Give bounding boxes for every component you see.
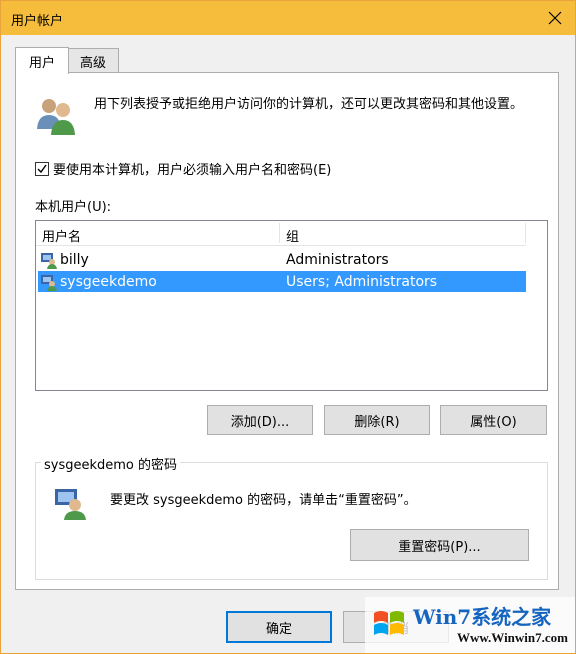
title-bar: 用户帐户 [1,1,575,35]
reset-password-button[interactable]: 重置密码(P)... [350,529,529,561]
list-header: 用户名 组 [36,221,526,246]
properties-button[interactable]: 属性(O) [440,405,547,435]
user-name-cell: sysgeekdemo [60,273,157,290]
tab-users[interactable]: 用户 [15,47,69,74]
window-title: 用户帐户 [11,14,64,29]
user-group-cell: Users; Administrators [286,273,438,290]
user-icon [55,489,86,520]
password-instruction: 要更改 sysgeekdemo 的密码，请单击“重置密码”。 [110,493,417,508]
tab-advanced[interactable]: 高级 [67,48,119,73]
list-item[interactable]: billy Administrators [38,249,526,270]
list-item[interactable]: sysgeekdemo Users; Administrators [38,271,526,292]
column-header-group[interactable]: 组 [286,226,299,245]
column-header-username[interactable]: 用户名 [42,226,81,245]
windows-logo-icon [374,611,404,635]
watermark-brand: Win7系统之家 [413,605,552,629]
users-list[interactable]: 用户名 组 billy Administrators sysgeekdemo U… [35,220,548,391]
password-group-title: sysgeekdemo 的密码 [41,454,181,473]
ok-button[interactable]: 确定 [226,611,332,643]
close-button[interactable] [543,6,567,30]
watermark-url: Www.Winwin7.com [457,630,568,645]
users-icon [37,99,75,135]
user-name-cell: billy [60,251,89,268]
remove-button[interactable]: 删除(R) [324,405,430,435]
require-login-checkbox[interactable]: 要使用本计算机，用户必须输入用户名和密码(E) [35,159,331,178]
add-button[interactable]: 添加(D)... [207,405,313,435]
password-groupbox: sysgeekdemo 的密码 要更改 sysgeekdemo 的密码，请单击“… [35,454,548,580]
checkmark-icon [37,164,47,173]
intro-text: 用下列表授予或拒绝用户访问你的计算机，还可以更改其密码和其他设置。 [94,97,524,112]
column-divider[interactable] [279,223,280,243]
local-users-label: 本机用户(U): [35,200,112,215]
column-divider[interactable] [525,223,526,243]
close-icon [548,11,562,25]
user-group-cell: Administrators [286,251,389,268]
require-login-label: 要使用本计算机，用户必须输入用户名和密码(E) [53,163,332,178]
checkbox-box[interactable] [35,161,49,176]
user-icon [41,252,57,269]
watermark: Win7系统之家 Www.Winwin7.com [365,597,575,653]
users-tab-panel: 用下列表授予或拒绝用户访问你的计算机，还可以更改其密码和其他设置。 要使用本计算… [15,72,559,590]
user-icon [41,274,57,291]
user-accounts-dialog: 用户帐户 用户 高级 用下列表授予或拒绝用户访问你的计算机，还可以更改其密码和其… [0,0,576,654]
